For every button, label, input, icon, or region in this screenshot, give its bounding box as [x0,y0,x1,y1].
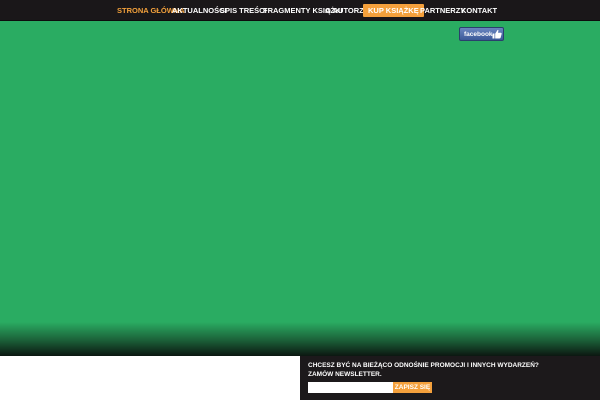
newsletter-text: CHCESZ BYĆ NA BIEŻĄCO ODNOŚNIE PROMOCJI … [308,362,539,379]
newsletter-email-input[interactable] [308,382,393,393]
nav-item-aktualnosci[interactable]: AKTUALNOŚCI [172,0,227,21]
footer-white-panel [0,356,300,400]
footer: CHCESZ BYĆ NA BIEŻĄCO ODNOŚNIE PROMOCJI … [0,356,600,400]
main-content-area [0,22,600,356]
facebook-label: facebook [464,31,493,38]
newsletter-call-to-action: ZAMÓW NEWSLETTER. [308,370,382,378]
nav-item-spis-tresci[interactable]: SPIS TREŚCI [220,0,267,21]
nav-item-kontakt[interactable]: KONTAKT [461,0,497,21]
newsletter-question: CHCESZ BYĆ NA BIEŻĄCO ODNOŚNIE PROMOCJI … [308,362,539,369]
thumbs-up-icon [492,29,502,39]
subscribe-button[interactable]: ZAPISZ SIĘ [393,382,432,393]
newsletter-section: CHCESZ BYĆ NA BIEŻĄCO ODNOŚNIE PROMOCJI … [300,356,600,400]
nav-item-partnerzy[interactable]: PARTNERZY [420,0,465,21]
facebook-like-button[interactable]: facebook [459,27,504,41]
content-bottom-shadow [0,322,600,356]
nav-item-kup-ksiazke[interactable]: KUP KSIĄŻKĘ [363,4,424,17]
top-navigation: STRONA GŁÓWNA AKTUALNOŚCI SPIS TREŚCI FR… [0,0,600,21]
